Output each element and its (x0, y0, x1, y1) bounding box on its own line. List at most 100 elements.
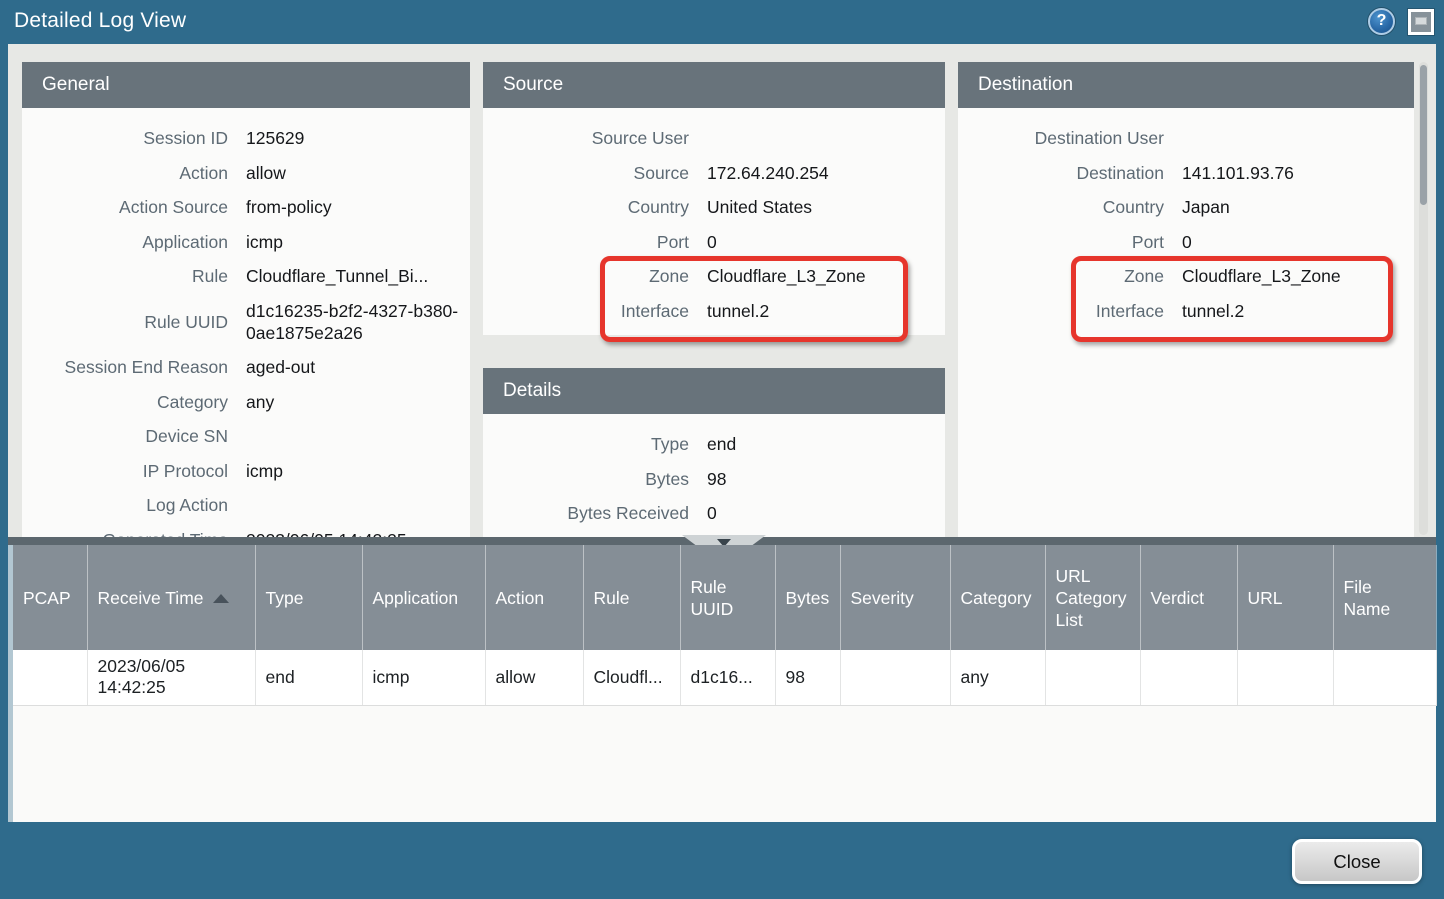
field-row-source: Source172.64.240.254 (483, 156, 945, 191)
cell-verdict (1140, 650, 1237, 705)
field-row-device-sn: Device SN (22, 419, 470, 454)
cell-file-name (1333, 650, 1436, 705)
col-header-action[interactable]: Action (485, 545, 583, 650)
field-label: Source (483, 162, 689, 184)
field-value: allow (246, 162, 286, 184)
popout-window-icon[interactable] (1408, 9, 1434, 35)
col-header-bytes[interactable]: Bytes (775, 545, 840, 650)
dialog-content: General Session ID125629 Actionallow Act… (8, 44, 1436, 822)
col-header-label: Category (961, 588, 1032, 608)
field-label: Action (22, 162, 228, 184)
col-header-label: Rule (594, 588, 630, 608)
field-label: Application (22, 231, 228, 253)
field-value: aged-out (246, 356, 315, 378)
field-label: Port (483, 231, 689, 253)
field-label: Bytes (483, 468, 689, 490)
col-header-rule-uuid[interactable]: Rule UUID (680, 545, 775, 650)
cell-rule-uuid: d1c16... (680, 650, 775, 705)
col-header-label: Verdict (1151, 588, 1205, 608)
field-label: Log Action (22, 494, 228, 516)
destination-panel-header: Destination (958, 62, 1414, 108)
field-value: 0 (707, 502, 717, 524)
field-value: 2023/06/05 14:42:25 (246, 529, 407, 538)
field-row-destination-interface: Interface tunnel.2 (958, 294, 1414, 329)
col-header-label: Bytes (786, 588, 830, 608)
col-header-label: Receive Time (98, 588, 204, 608)
field-label: Zone (483, 265, 689, 287)
help-icon[interactable]: ? (1368, 8, 1395, 35)
field-value: from-policy (246, 196, 332, 218)
field-value: 125629 (246, 127, 304, 149)
field-label: Zone (958, 265, 1164, 287)
popout-window-icon-pane (1415, 17, 1427, 25)
field-row-action-source: Action Sourcefrom-policy (22, 190, 470, 225)
field-value: tunnel.2 (1182, 300, 1244, 322)
col-header-label: Type (266, 588, 304, 608)
dialog-title: Detailed Log View (14, 9, 186, 33)
sort-ascending-icon (213, 594, 229, 603)
log-table-pane: PCAP Receive Time Type Application Actio… (8, 545, 1436, 822)
col-header-url[interactable]: URL (1237, 545, 1333, 650)
col-header-url-category-list[interactable]: URL Category List (1045, 545, 1140, 650)
field-row-destination-zone: ZoneCloudflare_L3_Zone (958, 259, 1414, 294)
field-row-destination-port: Port0 (958, 225, 1414, 260)
cell-severity (840, 650, 950, 705)
col-header-category[interactable]: Category (950, 545, 1045, 650)
col-header-severity[interactable]: Severity (840, 545, 950, 650)
field-value: Cloudflare_Tunnel_Bi... (246, 265, 428, 287)
titlebar-icons: ? (1368, 8, 1434, 35)
field-row-log-action: Log Action (22, 488, 470, 523)
col-header-application[interactable]: Application (362, 545, 485, 650)
col-header-label: URL (1248, 588, 1283, 608)
field-value: tunnel.2 (707, 300, 769, 322)
field-label: Generated Time (22, 529, 228, 538)
cell-rule: Cloudfl... (583, 650, 680, 705)
col-header-verdict[interactable]: Verdict (1140, 545, 1237, 650)
scrollbar-track[interactable] (1419, 62, 1428, 535)
col-header-rule[interactable]: Rule (583, 545, 680, 650)
log-table: PCAP Receive Time Type Application Actio… (13, 545, 1437, 706)
log-table-row[interactable]: 2023/06/05 14:42:25 end icmp allow Cloud… (13, 650, 1436, 705)
close-button[interactable]: Close (1292, 839, 1422, 884)
details-panel: Details Typeend Bytes98 Bytes Received0 (483, 368, 945, 537)
field-label: Country (958, 196, 1164, 218)
col-header-receive-time[interactable]: Receive Time (87, 545, 255, 650)
source-panel-header: Source (483, 62, 945, 108)
field-label: Interface (483, 300, 689, 322)
cell-category: any (950, 650, 1045, 705)
cell-type: end (255, 650, 362, 705)
field-value: icmp (246, 231, 283, 253)
field-label: Interface (958, 300, 1164, 322)
field-row-session-end-reason: Session End Reasonaged-out (22, 350, 470, 385)
field-row-category: Categoryany (22, 385, 470, 420)
field-row-source-interface: Interface tunnel.2 (483, 294, 945, 329)
col-header-pcap[interactable]: PCAP (13, 545, 87, 650)
field-label: Rule (22, 265, 228, 287)
details-panel-body: Typeend Bytes98 Bytes Received0 (483, 414, 945, 531)
field-label: Device SN (22, 425, 228, 447)
cell-application: icmp (362, 650, 485, 705)
cell-url-category-list (1045, 650, 1140, 705)
scrollbar-thumb[interactable] (1420, 65, 1427, 205)
source-panel-body: Source User Source172.64.240.254 Country… (483, 108, 945, 328)
cell-bytes: 98 (775, 650, 840, 705)
field-row-rule: Rule Cloudflare_Tunnel_Bi... (22, 259, 470, 294)
details-panel-header: Details (483, 368, 945, 414)
field-label: Type (483, 433, 689, 455)
col-header-label: File Name (1344, 577, 1391, 619)
col-header-label: URL Category List (1056, 566, 1127, 630)
log-table-header-row: PCAP Receive Time Type Application Actio… (13, 545, 1436, 650)
col-header-label: Action (496, 588, 545, 608)
source-panel: Source Source User Source172.64.240.254 … (483, 62, 945, 335)
col-header-file-name[interactable]: File Name (1333, 545, 1436, 650)
field-row-bytes: Bytes 98 (483, 462, 945, 497)
field-label: Source User (483, 127, 689, 149)
dialog-titlebar: Detailed Log View ? (0, 0, 1444, 44)
field-value: 98 (707, 468, 726, 490)
col-header-type[interactable]: Type (255, 545, 362, 650)
field-label: Port (958, 231, 1164, 253)
field-label: Country (483, 196, 689, 218)
field-row-destination-user: Destination User (958, 121, 1414, 156)
field-value: icmp (246, 460, 283, 482)
cell-action: allow (485, 650, 583, 705)
